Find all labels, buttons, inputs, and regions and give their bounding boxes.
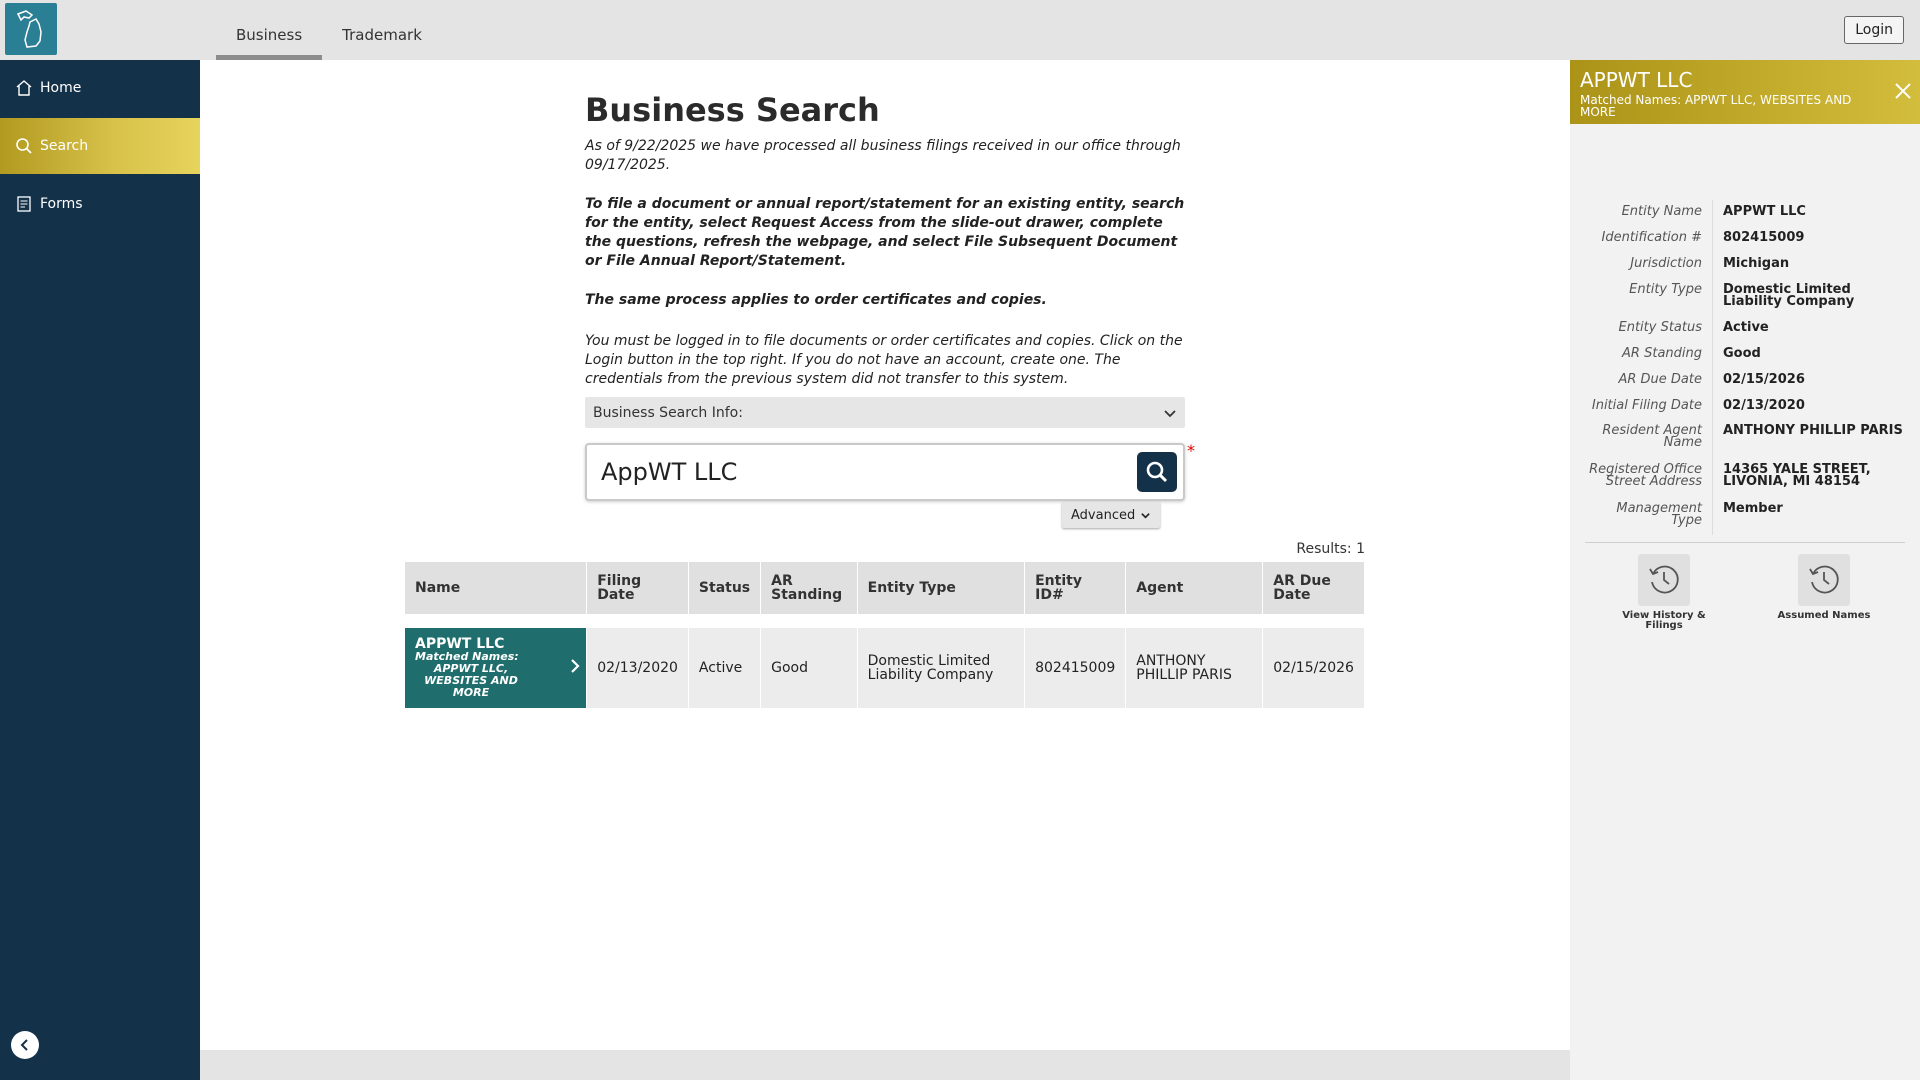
search-icon	[1146, 461, 1168, 483]
certificates-notice: The same process applies to order certif…	[585, 292, 1047, 308]
close-drawer-button[interactable]	[1890, 78, 1916, 104]
detail-label: Entity Status	[1618, 320, 1702, 335]
assumed-names-button[interactable]: Assumed Names	[1774, 554, 1874, 621]
chevron-left-icon	[20, 1039, 28, 1051]
tab-business[interactable]: Business	[216, 0, 323, 60]
search-button[interactable]	[1137, 452, 1177, 492]
sidebar-item-search[interactable]: Search	[0, 118, 210, 184]
login-button[interactable]: Login	[1844, 16, 1904, 44]
result-entity-id: 802415009	[1024, 628, 1127, 708]
detail-label: AR Standing	[1622, 346, 1702, 361]
results-count: Results: 1	[1296, 541, 1365, 557]
detail-value: ANTHONY PHILLIP PARIS	[1723, 423, 1903, 438]
detail-value: Michigan	[1723, 256, 1790, 271]
result-entity-name: APPWT LLC	[415, 636, 505, 652]
michigan-map-icon	[16, 10, 42, 48]
drawer-separator	[1585, 542, 1905, 543]
detail-label: Entity Type	[1629, 282, 1702, 297]
detail-label: Registered Office Street Address	[1589, 462, 1702, 489]
tab-trademark[interactable]: Trademark	[322, 0, 442, 60]
required-marker: *	[1187, 441, 1195, 460]
column-header-status[interactable]: Status	[688, 562, 762, 614]
sidebar-item-home[interactable]: Home	[0, 60, 200, 116]
history-icon	[1638, 554, 1690, 606]
detail-label: AR Due Date	[1618, 372, 1702, 387]
chevron-down-icon	[1141, 512, 1150, 519]
result-agent: ANTHONY PHILLIP PARIS	[1125, 628, 1264, 708]
drawer-header: APPWT LLC Matched Names: APPWT LLC, WEBS…	[1570, 60, 1920, 124]
home-icon	[14, 78, 34, 98]
processing-notice: As of 9/22/2025 we have processed all bu…	[585, 138, 1181, 173]
column-header-agent[interactable]: Agent	[1125, 562, 1264, 614]
detail-value: Domestic Limited Liability Company	[1723, 282, 1855, 309]
detail-value: Member	[1723, 501, 1783, 516]
chevron-down-icon	[1164, 409, 1176, 417]
michigan-logo[interactable]	[5, 3, 57, 55]
detail-value: 802415009	[1723, 230, 1805, 245]
detail-value: Good	[1723, 346, 1761, 361]
collapse-sidebar-button[interactable]	[11, 1031, 39, 1059]
column-header-name[interactable]: Name	[405, 562, 588, 614]
forms-icon	[14, 194, 34, 214]
close-icon	[1895, 83, 1911, 99]
matched-names-value: APPWT LLC, WEBSITES AND MORE	[424, 662, 518, 699]
advanced-label: Advanced	[1071, 507, 1136, 523]
top-tabs: Business Trademark	[216, 0, 442, 60]
view-history-button[interactable]: View History & Filings	[1614, 554, 1714, 631]
column-header-filing-date[interactable]: Filing Date	[586, 562, 689, 614]
detail-value: APPWT LLC	[1723, 204, 1806, 219]
login-notice: You must be logged in to file documents …	[585, 333, 1183, 387]
result-status: Active	[688, 628, 762, 708]
column-header-ar-due-date[interactable]: AR Due Date	[1262, 562, 1365, 614]
sidebar-item-label: Search	[40, 138, 89, 154]
drawer-title: APPWT LLC	[1580, 68, 1693, 92]
sidebar: Home Search Forms	[0, 60, 210, 1080]
detail-label: Initial Filing Date	[1591, 398, 1702, 413]
detail-label: Identification #	[1601, 230, 1702, 245]
table-header-row: Name Filing Date Status AR Standing Enti…	[405, 562, 1365, 614]
entity-detail-drawer: APPWT LLC Matched Names: APPWT LLC, WEBS…	[1570, 60, 1920, 1080]
result-filing-date: 02/13/2020	[586, 628, 689, 708]
sidebar-item-label: Forms	[40, 196, 83, 212]
result-ar-due-date: 02/15/2026	[1262, 628, 1365, 708]
detail-label: Management Type	[1616, 501, 1702, 528]
filing-instructions: To file a document or annual report/stat…	[585, 196, 1185, 269]
detail-value: 14365 YALE STREET, LIVONIA, MI 48154	[1723, 462, 1871, 489]
column-header-entity-type[interactable]: Entity Type	[857, 562, 1026, 614]
top-bar: Business Trademark Login	[0, 0, 1920, 60]
page-title: Business Search	[585, 91, 880, 129]
detail-value: 02/15/2026	[1723, 372, 1805, 387]
chevron-right-icon	[571, 659, 580, 673]
result-ar-standing: Good	[760, 628, 858, 708]
detail-label: Jurisdiction	[1630, 256, 1702, 271]
search-icon	[14, 136, 34, 156]
sidebar-item-label: Home	[40, 80, 82, 96]
column-header-entity-id[interactable]: Entity ID#	[1024, 562, 1127, 614]
advanced-button[interactable]: Advanced	[1062, 502, 1161, 528]
result-name-cell[interactable]: APPWT LLC Matched Names: APPWT LLC, WEBS…	[405, 628, 588, 708]
assumed-names-label: Assumed Names	[1777, 610, 1871, 621]
results-table: Name Filing Date Status AR Standing Enti…	[405, 562, 1365, 708]
detail-label: Entity Name	[1621, 204, 1702, 219]
sidebar-item-forms[interactable]: Forms	[0, 176, 200, 232]
history-icon	[1798, 554, 1850, 606]
detail-divider	[1712, 200, 1713, 535]
detail-value: 02/13/2020	[1723, 398, 1805, 413]
result-entity-type: Domestic Limited Liability Company	[857, 628, 1026, 708]
search-box	[585, 443, 1185, 501]
search-input[interactable]	[601, 455, 1101, 489]
drawer-subtitle: Matched Names: APPWT LLC, WEBSITES AND M…	[1580, 93, 1852, 119]
info-bar-label: Business Search Info:	[593, 404, 743, 421]
detail-label: Resident Agent Name	[1602, 423, 1702, 450]
table-row[interactable]: APPWT LLC Matched Names: APPWT LLC, WEBS…	[405, 628, 1365, 708]
business-search-info-toggle[interactable]: Business Search Info:	[585, 397, 1185, 428]
column-header-ar-standing[interactable]: AR Standing	[760, 562, 858, 614]
view-history-label: View History & Filings	[1622, 610, 1706, 631]
detail-value: Active	[1723, 320, 1769, 335]
footer-strip	[200, 1050, 1570, 1080]
